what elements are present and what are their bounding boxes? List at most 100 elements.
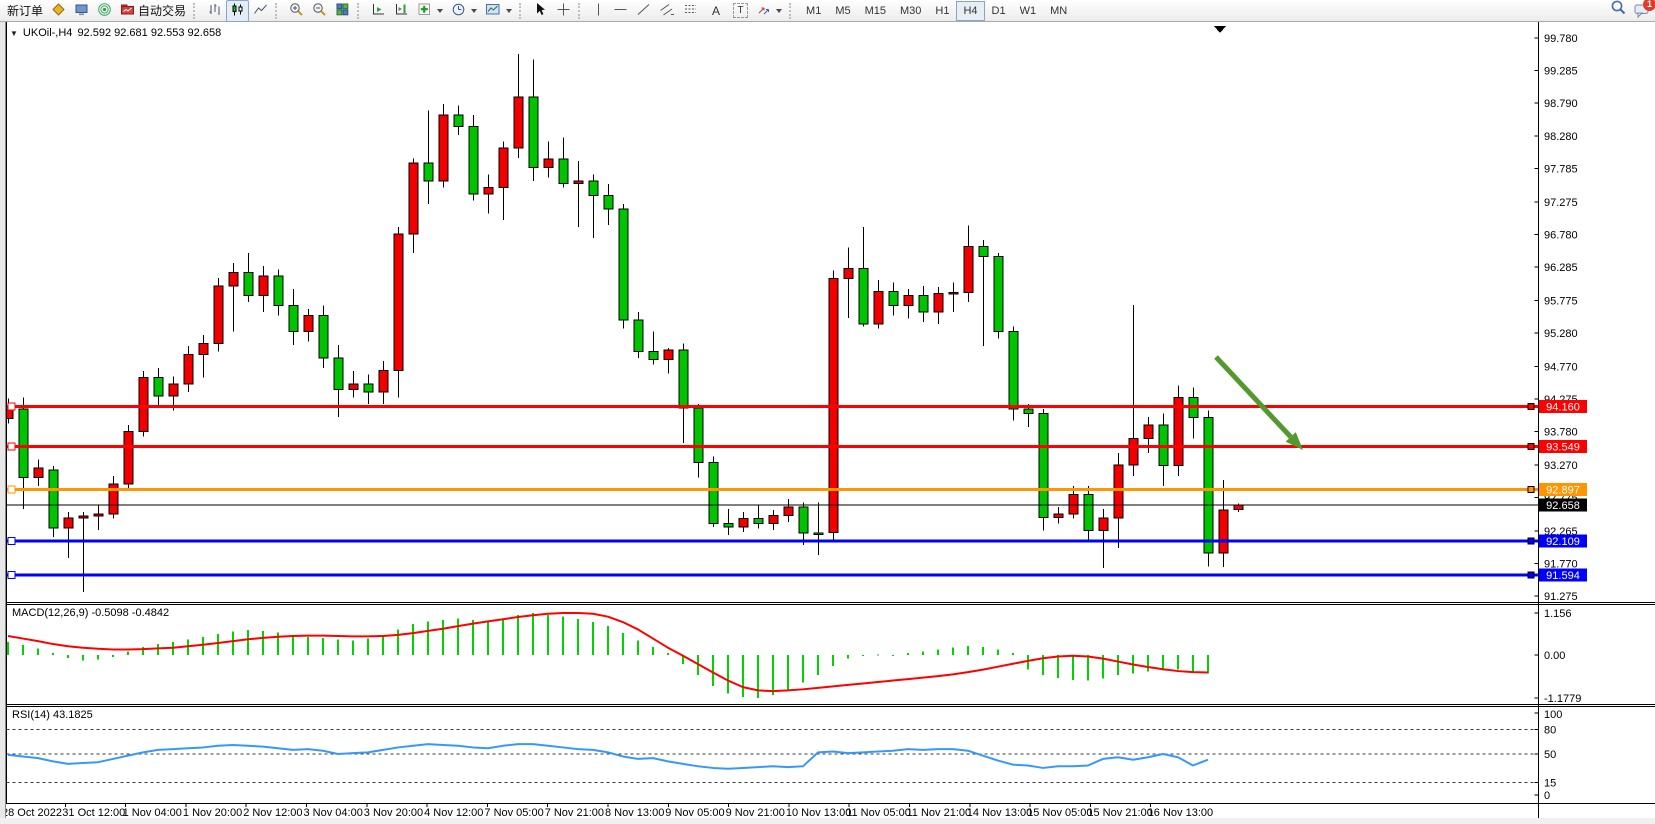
auto-scroll-button[interactable] bbox=[367, 0, 390, 22]
candle-bull bbox=[544, 159, 553, 168]
vertical-line-tool-button[interactable] bbox=[588, 0, 609, 22]
macd-bar bbox=[1057, 655, 1059, 678]
price-tick-label: 98.280 bbox=[1544, 131, 1578, 143]
search-icon[interactable] bbox=[1610, 0, 1628, 22]
level-price-chip-label: 92.658 bbox=[1546, 500, 1580, 512]
macd-bar bbox=[457, 619, 459, 656]
terminal-button[interactable] bbox=[70, 0, 93, 22]
crosshair-tool-button[interactable] bbox=[552, 0, 575, 22]
timeframe-button-D1[interactable]: D1 bbox=[985, 1, 1013, 21]
main-toolbar: 新订单 自动交易 bbox=[0, 0, 1655, 22]
macd-bar bbox=[487, 622, 489, 655]
candlestick-icon bbox=[230, 2, 245, 20]
text-label-tool-button[interactable]: T bbox=[729, 0, 752, 22]
signal-button[interactable] bbox=[93, 0, 116, 22]
price-tick-label: 93.270 bbox=[1544, 460, 1578, 472]
horizontal-line-tool-button[interactable] bbox=[609, 0, 632, 22]
candle-bear bbox=[589, 181, 598, 195]
candle-bear bbox=[619, 209, 628, 320]
arrows-tool-button[interactable] bbox=[752, 0, 786, 22]
timeframe-button-MN[interactable]: MN bbox=[1043, 1, 1074, 21]
candle-bull bbox=[1069, 494, 1078, 514]
candle-bull bbox=[1129, 439, 1138, 465]
price-tick-label: 93.780 bbox=[1544, 426, 1578, 438]
rsi-axis-label: 0 bbox=[1544, 790, 1550, 802]
trendline-tool-button[interactable] bbox=[632, 0, 655, 22]
macd-bar bbox=[442, 620, 444, 655]
symbol-dropdown-icon[interactable]: ▼ bbox=[10, 29, 18, 38]
timeframe-button-W1[interactable]: W1 bbox=[1013, 1, 1044, 21]
timeframe-button-M30[interactable]: M30 bbox=[893, 1, 928, 21]
candle-bull bbox=[379, 370, 388, 392]
period-button[interactable] bbox=[447, 0, 481, 22]
template-button[interactable] bbox=[481, 0, 516, 22]
price-tick-label: 96.285 bbox=[1544, 262, 1578, 274]
candle-bull bbox=[574, 181, 583, 184]
tile-windows-button[interactable] bbox=[331, 0, 354, 22]
level-price-chip-label: 93.549 bbox=[1546, 442, 1580, 454]
gold-symbol-button[interactable] bbox=[47, 0, 70, 22]
timeframe-button-H4[interactable]: H4 bbox=[956, 1, 984, 21]
macd-bar bbox=[862, 655, 864, 656]
macd-bar bbox=[1177, 655, 1179, 670]
auto-trading-label: 自动交易 bbox=[138, 2, 186, 19]
macd-bar bbox=[1087, 655, 1089, 681]
line-chart-mode-button[interactable] bbox=[249, 0, 272, 22]
template-caret-icon[interactable] bbox=[506, 9, 512, 13]
level-handle bbox=[8, 403, 15, 410]
chart-canvas[interactable]: 99.78099.28598.79098.28097.78597.27596.7… bbox=[0, 0, 1655, 824]
arrows-caret-icon[interactable] bbox=[776, 9, 782, 13]
candle-bull bbox=[94, 514, 103, 516]
macd-bar bbox=[127, 651, 129, 655]
signal-wifi-icon bbox=[97, 2, 112, 20]
toolbar-grip bbox=[519, 3, 524, 19]
macd-bar bbox=[427, 621, 429, 655]
add-indicator-icon bbox=[417, 2, 432, 20]
period-caret-icon[interactable] bbox=[471, 9, 477, 13]
macd-bar bbox=[262, 631, 264, 655]
macd-bar bbox=[967, 646, 969, 655]
chart-shift-button[interactable] bbox=[390, 0, 413, 22]
candle-bull bbox=[1234, 505, 1243, 509]
chart-symbol-period: UKOil-,H4 bbox=[23, 27, 73, 39]
zoom-in-button[interactable] bbox=[285, 0, 308, 22]
timeframe-button-H1[interactable]: H1 bbox=[928, 1, 956, 21]
level-right-marker bbox=[1528, 538, 1534, 544]
macd-bar bbox=[592, 622, 594, 655]
macd-bar bbox=[82, 655, 84, 660]
auto-trading-button[interactable]: 自动交易 bbox=[116, 0, 190, 22]
price-tick-label: 91.275 bbox=[1544, 591, 1578, 603]
zoom-out-button[interactable] bbox=[308, 0, 331, 22]
timeframe-button-M15[interactable]: M15 bbox=[858, 1, 893, 21]
timeframe-button-M5[interactable]: M5 bbox=[828, 1, 857, 21]
add-indicator-caret-icon[interactable] bbox=[437, 9, 443, 13]
chat-button[interactable]: 1 bbox=[1632, 1, 1652, 21]
price-tick-label: 99.780 bbox=[1544, 33, 1578, 45]
equidistant-channel-tool-button[interactable] bbox=[655, 0, 679, 22]
rsi-axis-label: 15 bbox=[1544, 778, 1556, 790]
fibonacci-tool-button[interactable] bbox=[679, 0, 703, 22]
candle-bull bbox=[949, 292, 958, 294]
add-indicator-button[interactable] bbox=[413, 0, 447, 22]
cursor-tool-button[interactable] bbox=[529, 0, 552, 22]
level-right-marker bbox=[1528, 404, 1534, 410]
bar-chart-mode-button[interactable] bbox=[203, 0, 226, 22]
candle-bear bbox=[754, 519, 763, 524]
candle-bear bbox=[319, 315, 328, 358]
candle-bear bbox=[529, 97, 538, 168]
macd-bar bbox=[877, 654, 879, 655]
text-tool-icon: A bbox=[707, 4, 725, 18]
timeframe-button-M1[interactable]: M1 bbox=[799, 1, 828, 21]
new-order-button[interactable]: 新订单 bbox=[3, 0, 47, 22]
candle-bull bbox=[769, 515, 778, 523]
level-right-marker bbox=[1528, 486, 1534, 492]
candle-bear bbox=[1024, 409, 1033, 414]
text-tool-button[interactable]: A bbox=[703, 0, 729, 22]
macd-bar bbox=[37, 648, 39, 655]
macd-bar bbox=[787, 655, 789, 690]
candlestick-mode-button[interactable] bbox=[226, 0, 249, 22]
price-tick-label: 99.285 bbox=[1544, 65, 1578, 77]
macd-bar bbox=[352, 640, 354, 655]
macd-bar bbox=[232, 631, 234, 655]
candle-bull bbox=[439, 115, 448, 181]
